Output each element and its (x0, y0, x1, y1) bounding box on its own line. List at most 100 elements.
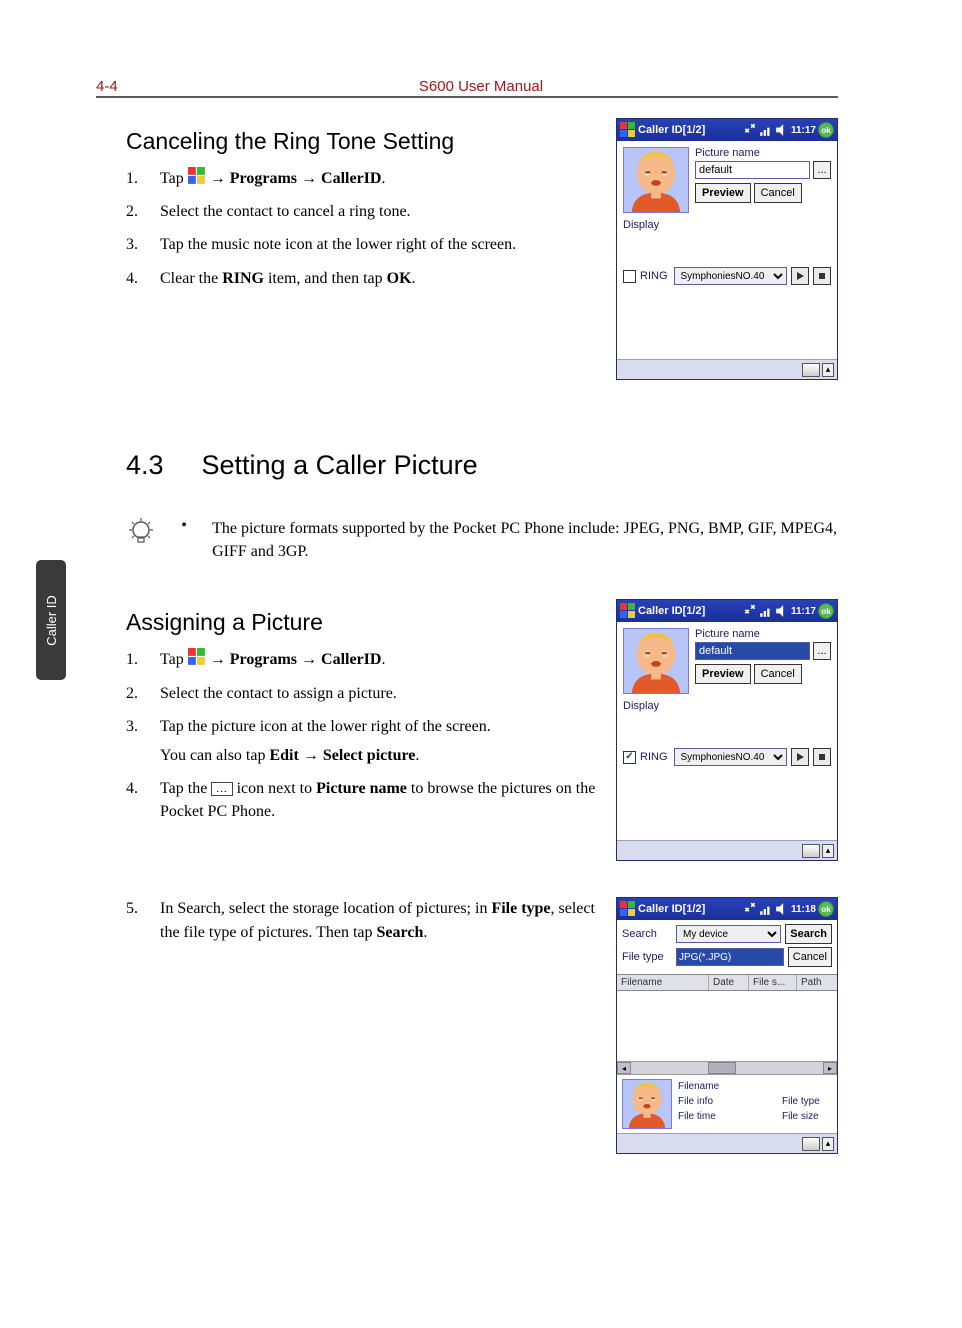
section-tab-callerid: Caller ID (36, 560, 66, 680)
connectivity-icon[interactable] (743, 604, 757, 618)
connectivity-icon[interactable] (743, 902, 757, 916)
sip-up-icon[interactable]: ▴ (822, 1137, 834, 1151)
heading-4-3: 4.3 Setting a Caller Picture (126, 450, 838, 481)
titlebar: Caller ID[1/2] 11:18 ok (617, 898, 837, 920)
step-1: 1. Tap → Programs → CallerID. (126, 648, 606, 671)
cancel-button[interactable]: Cancel (754, 183, 802, 203)
keyboard-icon[interactable] (802, 1137, 820, 1151)
start-menu-icon[interactable] (620, 901, 636, 917)
ring-row: ✓ RING SymphoniesNO.40 (617, 744, 837, 770)
steps-assign-continued: 5. In Search, select the storage locatio… (126, 897, 606, 943)
step-3: 3.Tap the music note icon at the lower r… (126, 233, 606, 256)
cancel-button[interactable]: Cancel (754, 664, 802, 684)
start-menu-icon[interactable] (620, 603, 636, 619)
step-4: 4. Tap the ... icon next to Picture name… (126, 777, 606, 823)
play-button[interactable] (791, 748, 809, 766)
volume-icon[interactable] (775, 123, 789, 137)
tip-icon (126, 517, 156, 552)
info-filetime: File time (678, 1109, 782, 1124)
sip-up-icon[interactable]: ▴ (822, 844, 834, 858)
picture-name-label: Picture name (695, 628, 831, 640)
steps-cancel: 1. Tap → Programs → CallerID. 2.Select t… (126, 167, 606, 290)
ok-button[interactable]: ok (818, 122, 834, 138)
contact-avatar[interactable] (623, 628, 689, 694)
scroll-thumb[interactable] (708, 1062, 736, 1074)
info-filename: Filename (678, 1079, 782, 1094)
manual-title: S600 User Manual (0, 78, 962, 95)
scroll-left-icon[interactable]: ◂ (617, 1062, 631, 1074)
start-menu-icon[interactable] (620, 122, 636, 138)
titlebar: Caller ID[1/2] 11:17 ok (617, 600, 837, 622)
page: 4-4 S600 User Manual Caller ID Canceling… (0, 0, 962, 1328)
step-2: 2.Select the contact to cancel a ring to… (126, 200, 606, 223)
results-list[interactable] (617, 991, 837, 1061)
screenshot-callerid-ring-checked: Caller ID[1/2] 11:17 ok Picture name (616, 599, 838, 861)
volume-icon[interactable] (775, 604, 789, 618)
step-5: 5. In Search, select the storage locatio… (126, 897, 606, 943)
screenshot-callerid-ring-unchecked: Caller ID[1/2] 11:17 ok Picture name (616, 118, 838, 380)
signal-icon[interactable] (759, 604, 773, 618)
steps-assign: 1. Tap → Programs → CallerID. 2.Select t… (126, 648, 606, 823)
picture-name-input[interactable] (695, 642, 810, 660)
browse-button[interactable]: ... (813, 642, 831, 660)
ring-select[interactable]: SymphoniesNO.40 (674, 267, 788, 285)
ring-select[interactable]: SymphoniesNO.40 (674, 748, 788, 766)
cancel-button[interactable]: Cancel (788, 947, 832, 967)
content-area: Canceling the Ring Tone Setting 1. Tap →… (126, 118, 838, 1174)
search-location-select[interactable]: My device (676, 925, 781, 943)
preview-button[interactable]: Preview (695, 183, 751, 203)
keyboard-icon[interactable] (802, 844, 820, 858)
browse-button[interactable]: ... (813, 161, 831, 179)
clock: 11:17 (791, 606, 816, 617)
screenshot-callerid-search: Caller ID[1/2] 11:18 ok Search My device (616, 897, 838, 1154)
start-icon (188, 648, 206, 662)
start-icon (188, 167, 206, 181)
clock: 11:17 (791, 125, 816, 136)
signal-icon[interactable] (759, 123, 773, 137)
ring-label: RING (640, 751, 668, 763)
window-title: Caller ID[1/2] (638, 124, 741, 136)
results-header: Filename Date File s... Path (617, 974, 837, 991)
step-1: 1. Tap → Programs → CallerID. (126, 167, 606, 190)
sip-bar: ▴ (617, 1133, 837, 1153)
ok-button[interactable]: ok (818, 901, 834, 917)
stop-button[interactable] (813, 748, 831, 766)
section-tab-label: Caller ID (44, 595, 59, 646)
step-4: 4. Clear the RING item, and then tap OK. (126, 267, 606, 290)
info-fileinfo: File info (678, 1094, 782, 1109)
browse-inline-icon: ... (211, 782, 232, 796)
window-title: Caller ID[1/2] (638, 605, 741, 617)
sip-up-icon[interactable]: ▴ (822, 363, 834, 377)
info-filetype: File type (782, 1094, 832, 1109)
keyboard-icon[interactable] (802, 363, 820, 377)
ok-button[interactable]: ok (818, 603, 834, 619)
heading-cancel-ringtone: Canceling the Ring Tone Setting (126, 128, 606, 155)
step-2: 2.Select the contact to assign a picture… (126, 682, 606, 705)
picture-name-input[interactable] (695, 161, 810, 179)
titlebar: Caller ID[1/2] 11:17 ok (617, 119, 837, 141)
window-title: Caller ID[1/2] (638, 903, 741, 915)
preview-button[interactable]: Preview (695, 664, 751, 684)
search-button[interactable]: Search (785, 924, 832, 944)
ring-label: RING (640, 270, 668, 282)
ring-row: RING SymphoniesNO.40 (617, 263, 837, 289)
horizontal-scrollbar[interactable]: ◂ ▸ (617, 1061, 837, 1075)
stop-button[interactable] (813, 267, 831, 285)
file-info-panel: Filename File info File time File type F… (617, 1075, 837, 1133)
ring-checkbox[interactable]: ✓ (623, 751, 636, 764)
scroll-right-icon[interactable]: ▸ (823, 1062, 837, 1074)
ring-checkbox[interactable] (623, 270, 636, 283)
col-path[interactable]: Path (797, 975, 837, 990)
col-filesize[interactable]: File s... (749, 975, 797, 990)
display-label: Display (617, 700, 837, 716)
volume-icon[interactable] (775, 902, 789, 916)
connectivity-icon[interactable] (743, 123, 757, 137)
play-button[interactable] (791, 267, 809, 285)
sip-bar: ▴ (617, 840, 837, 860)
col-filename[interactable]: Filename (617, 975, 709, 990)
contact-avatar[interactable] (623, 147, 689, 213)
header-divider (96, 96, 838, 98)
signal-icon[interactable] (759, 902, 773, 916)
filetype-select[interactable] (676, 948, 784, 966)
col-date[interactable]: Date (709, 975, 749, 990)
